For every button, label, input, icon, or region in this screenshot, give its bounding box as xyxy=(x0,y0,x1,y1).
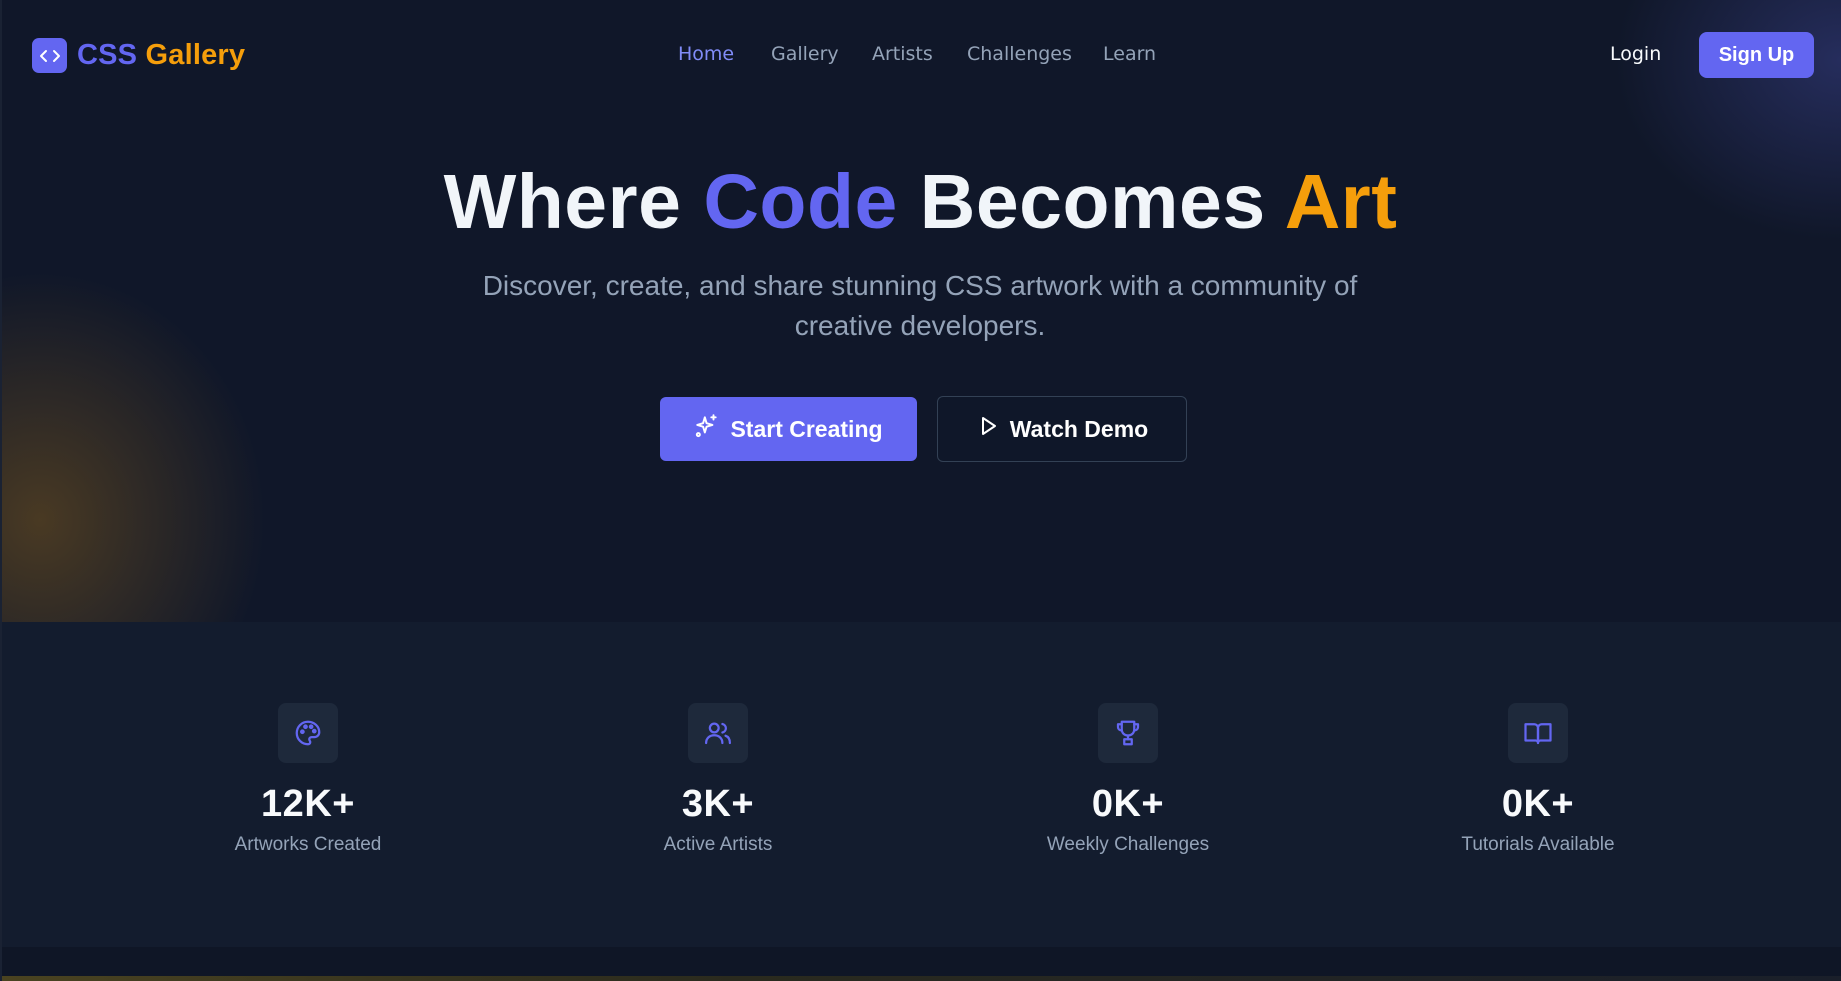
stat-label: Artworks Created xyxy=(234,834,382,855)
stat-value: 0K+ xyxy=(1501,783,1575,825)
sparkles-icon xyxy=(694,413,720,445)
brand-logo[interactable]: CSS Gallery xyxy=(32,38,245,73)
brand-name-css: CSS xyxy=(77,39,138,71)
watch-demo-button[interactable]: Watch Demo xyxy=(937,396,1187,462)
stat-label: Active Artists xyxy=(663,834,773,855)
stat-artworks: 12K+ Artworks Created xyxy=(158,703,458,856)
stat-artists: 3K+ Active Artists xyxy=(568,703,868,856)
nav-challenges[interactable]: Challenges xyxy=(967,43,1072,65)
nav-gallery[interactable]: Gallery xyxy=(771,43,839,65)
stat-challenges: 0K+ Weekly Challenges xyxy=(978,703,1278,856)
hero-headline: Where Code Becomes Art xyxy=(0,158,1841,247)
start-creating-button[interactable]: Start Creating xyxy=(660,397,917,461)
book-open-icon xyxy=(1508,703,1568,763)
stat-value: 0K+ xyxy=(1091,783,1165,825)
stat-tutorials: 0K+ Tutorials Available xyxy=(1388,703,1688,856)
code-icon xyxy=(32,38,67,73)
headline-where: Where xyxy=(443,159,682,245)
window-edge xyxy=(0,0,2,981)
hero-subtitle: Discover, create, and share stunning CSS… xyxy=(482,270,1358,341)
play-icon xyxy=(976,414,1000,444)
brand-name: CSS Gallery xyxy=(77,39,245,72)
brand-name-gallery: Gallery xyxy=(145,39,246,71)
headline-code: Code xyxy=(703,159,898,245)
start-creating-label: Start Creating xyxy=(730,415,883,442)
headline-becomes: Becomes xyxy=(919,159,1266,245)
palette-icon xyxy=(278,703,338,763)
bottom-edge xyxy=(0,976,1841,981)
trophy-icon xyxy=(1098,703,1158,763)
nav-artists[interactable]: Artists xyxy=(872,43,933,65)
stat-value: 3K+ xyxy=(681,783,755,825)
stat-label: Weekly Challenges xyxy=(1046,834,1210,855)
stat-value: 12K+ xyxy=(261,783,355,825)
nav-learn[interactable]: Learn xyxy=(1103,43,1156,65)
users-icon xyxy=(688,703,748,763)
signup-button[interactable]: Sign Up xyxy=(1699,32,1814,78)
nav-home[interactable]: Home xyxy=(678,43,734,65)
headline-art: Art xyxy=(1284,159,1398,245)
login-link[interactable]: Login xyxy=(1610,43,1661,65)
watch-demo-label: Watch Demo xyxy=(1009,415,1149,442)
stat-label: Tutorials Available xyxy=(1461,834,1615,855)
